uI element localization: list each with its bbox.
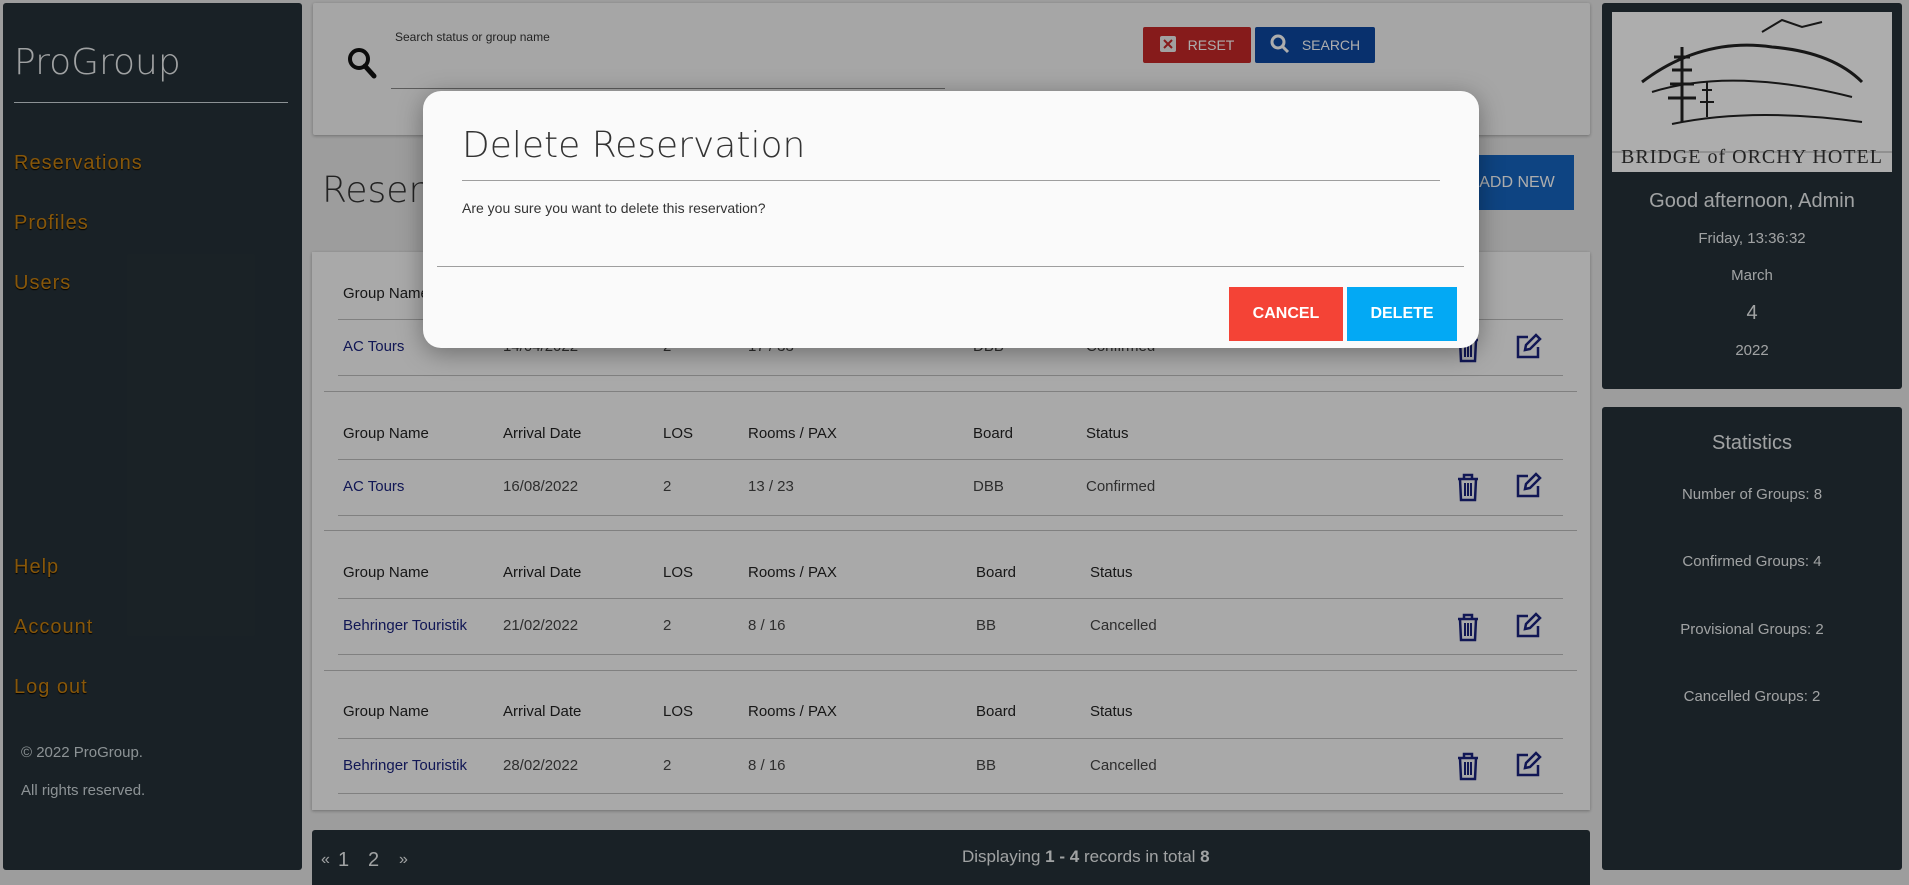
dialog-actions-divider	[437, 266, 1464, 267]
delete-button[interactable]: DELETE	[1347, 287, 1457, 341]
dialog-title: Delete Reservation	[462, 125, 806, 166]
dialog-title-divider	[462, 180, 1440, 181]
dialog-message: Are you sure you want to delete this res…	[462, 200, 766, 216]
cancel-button[interactable]: CANCEL	[1229, 287, 1343, 341]
